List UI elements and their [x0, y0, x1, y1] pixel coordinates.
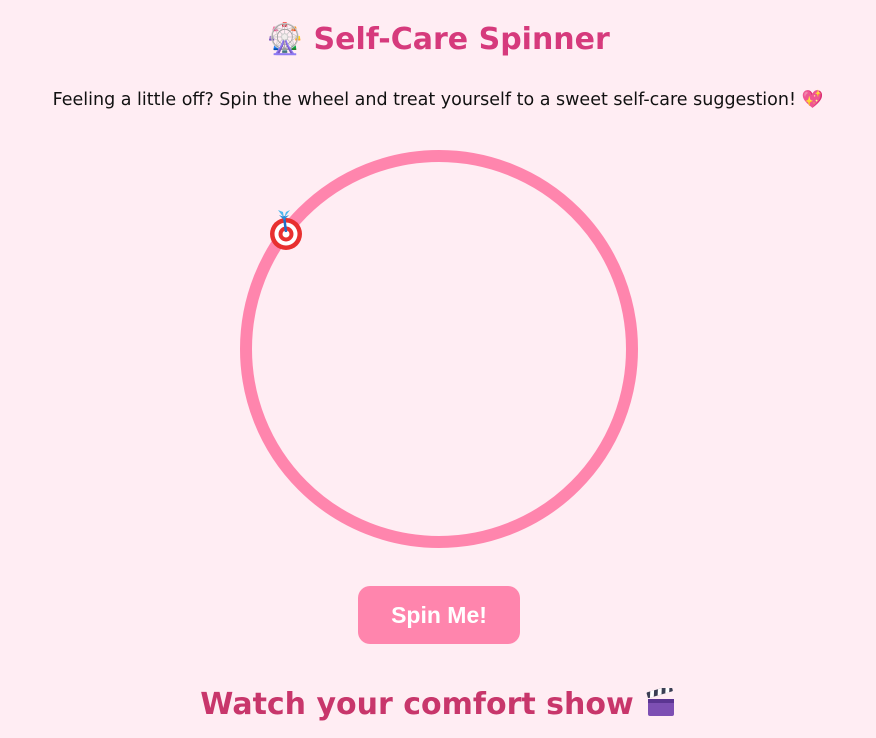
clapperboard-icon: [646, 688, 674, 716]
suggestion-text: Watch your comfort show: [200, 687, 634, 722]
suggestion-result: Watch your comfort show: [0, 684, 876, 726]
page-title-text: Self-Care Spinner: [313, 22, 610, 57]
ferris-wheel-icon: 🎡: [266, 22, 304, 57]
page-title: 🎡 Self-Care Spinner: [0, 20, 876, 60]
dart-target-icon: [270, 210, 302, 250]
spin-button[interactable]: Spin Me!: [358, 586, 520, 644]
intro-text: Feeling a little off? Spin the wheel and…: [52, 90, 824, 110]
